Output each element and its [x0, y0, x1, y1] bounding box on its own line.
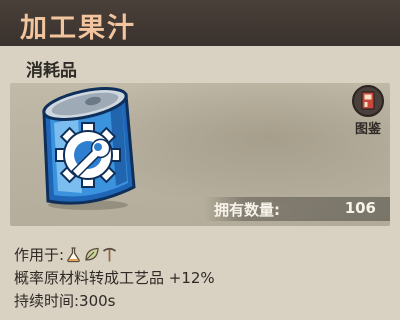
leaf-icon [85, 247, 99, 261]
applies-to-row: 作用于: [14, 244, 118, 265]
item-title: 加工果汁 [20, 13, 136, 44]
pickaxe-icon [103, 247, 117, 262]
applies-to-label: 作用于: [14, 246, 65, 264]
effect-text: 概率原材料转成工艺品 +12% [14, 269, 215, 287]
flask-icon [67, 247, 80, 263]
item-category: 消耗品 [26, 61, 77, 81]
catalog-book-icon [352, 85, 384, 117]
duration-text: 持续时间:300s [14, 292, 116, 310]
owned-count-label: 拥有数量: [214, 201, 280, 219]
catalog-button[interactable]: 图鉴 [346, 84, 394, 140]
juice-can-icon [42, 87, 136, 210]
catalog-label: 图鉴 [354, 122, 381, 137]
owned-count-value: 106 [344, 199, 376, 217]
